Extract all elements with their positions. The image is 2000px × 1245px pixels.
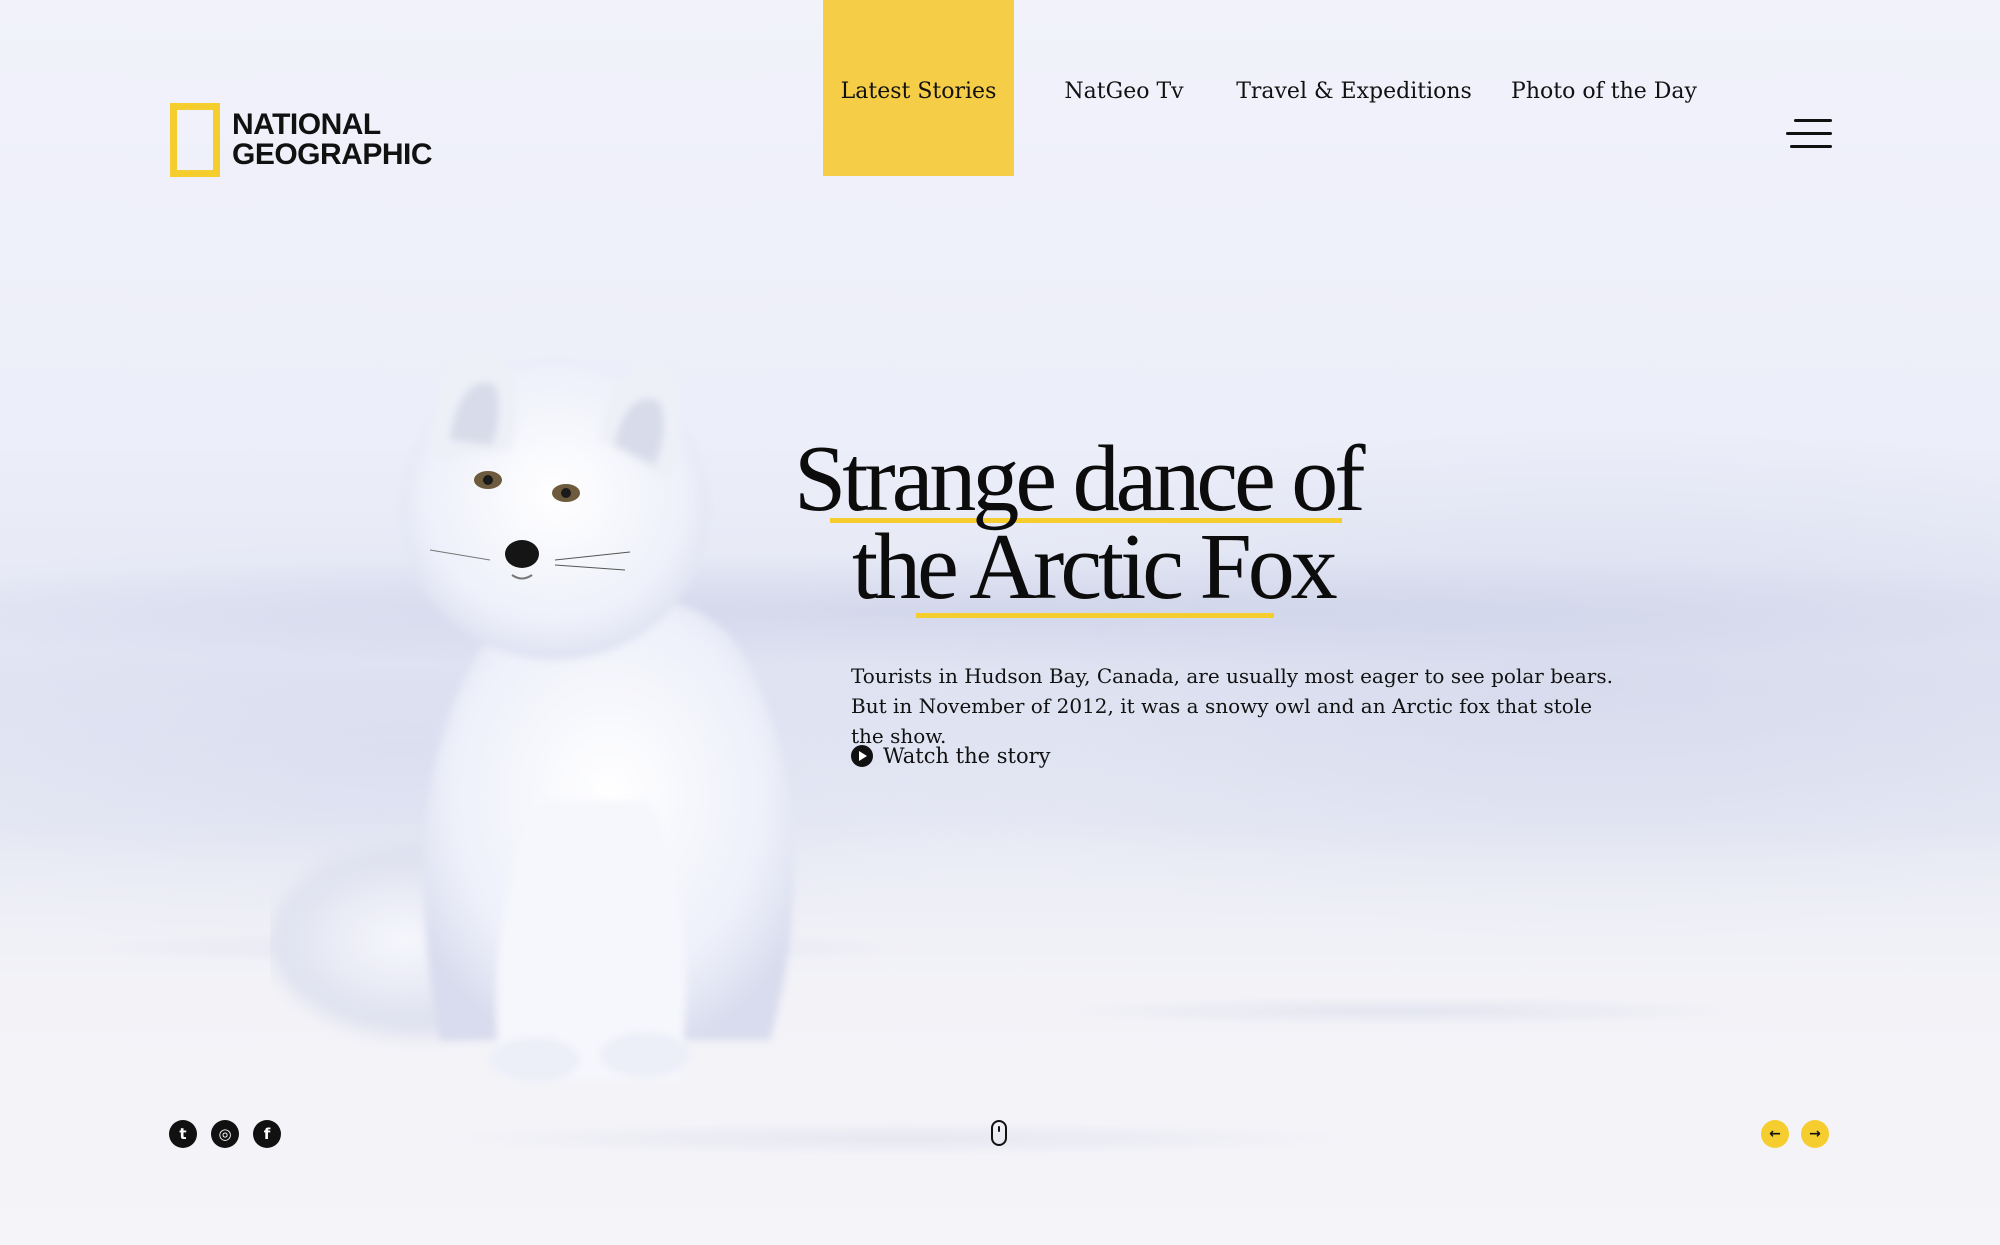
play-icon [851,745,873,767]
mouse-scroll-icon[interactable] [991,1120,1007,1146]
hero-background [0,0,2000,1245]
twitter-icon[interactable]: t [169,1120,197,1148]
hamburger-bar [1786,132,1832,135]
arrow-left-icon[interactable]: ← [1761,1120,1789,1148]
hamburger-icon[interactable] [1782,119,1832,151]
logo-line-1: NATIONAL [232,108,381,141]
headline-line-1: Strange dance of [794,427,1366,531]
slider-controls: ← → [1761,1120,1829,1148]
nat-geo-logo[interactable]: NATIONAL GEOGRAPHIC [170,103,433,177]
logo-line-2: GEOGRAPHIC [232,138,433,171]
facebook-icon[interactable]: f [253,1120,281,1148]
headline-line-2: the Arctic Fox [852,515,1338,619]
hamburger-bar [1794,119,1832,122]
nav-item-latest-stories[interactable]: Latest Stories [823,0,1014,176]
watch-story-label: Watch the story [883,744,1051,768]
nav-item-natgeo-tv[interactable]: NatGeo Tv [1054,0,1194,176]
arrow-right-icon[interactable]: → [1801,1120,1829,1148]
instagram-icon[interactable]: ◎ [211,1120,239,1148]
hero-summary: Tourists in Hudson Bay, Canada, are usua… [851,664,1613,748]
nav-item-travel-expeditions[interactable]: Travel & Expeditions [1236,0,1472,176]
hero-headline: Strange dance of the Arctic Fox [790,427,1410,619]
logo-frame-icon [170,103,220,177]
hamburger-bar [1790,145,1832,148]
nav-item-photo-of-the-day[interactable]: Photo of the Day [1504,0,1704,176]
social-links: t ◎ f [169,1120,281,1148]
main-nav: Latest Stories NatGeo Tv Travel & Expedi… [823,0,1704,176]
watch-story-link[interactable]: Watch the story [851,744,1051,768]
logo-wordmark: NATIONAL GEOGRAPHIC [232,108,433,171]
